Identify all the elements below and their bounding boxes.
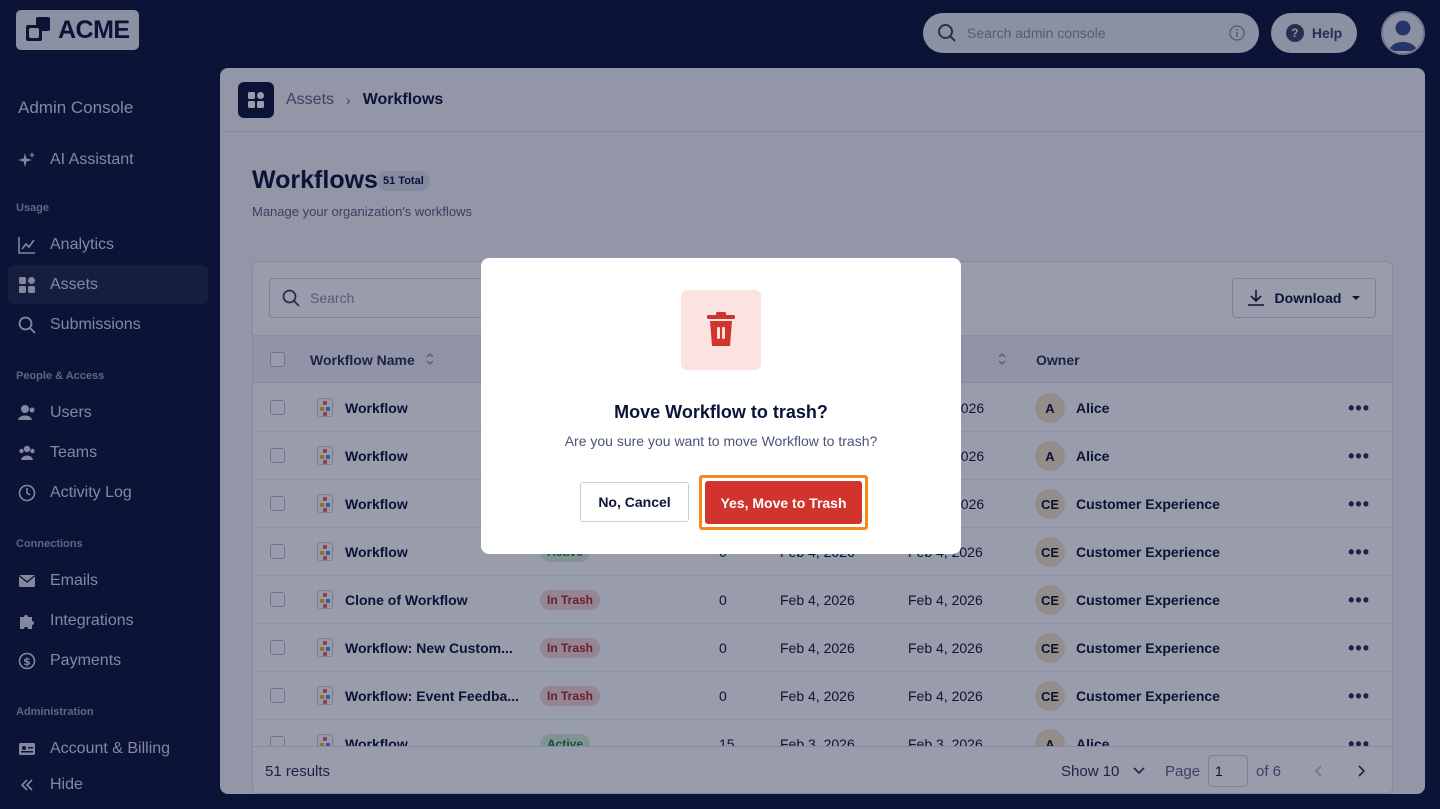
trash-icon [681, 290, 761, 370]
dialog-message: Are you sure you want to move Workflow t… [564, 433, 878, 449]
cancel-button[interactable]: No, Cancel [580, 482, 689, 522]
confirm-trash-dialog: Move Workflow to trash? Are you sure you… [481, 258, 961, 554]
move-to-trash-button[interactable]: Yes, Move to Trash [705, 481, 862, 524]
dialog-title: Move Workflow to trash? [614, 402, 828, 422]
